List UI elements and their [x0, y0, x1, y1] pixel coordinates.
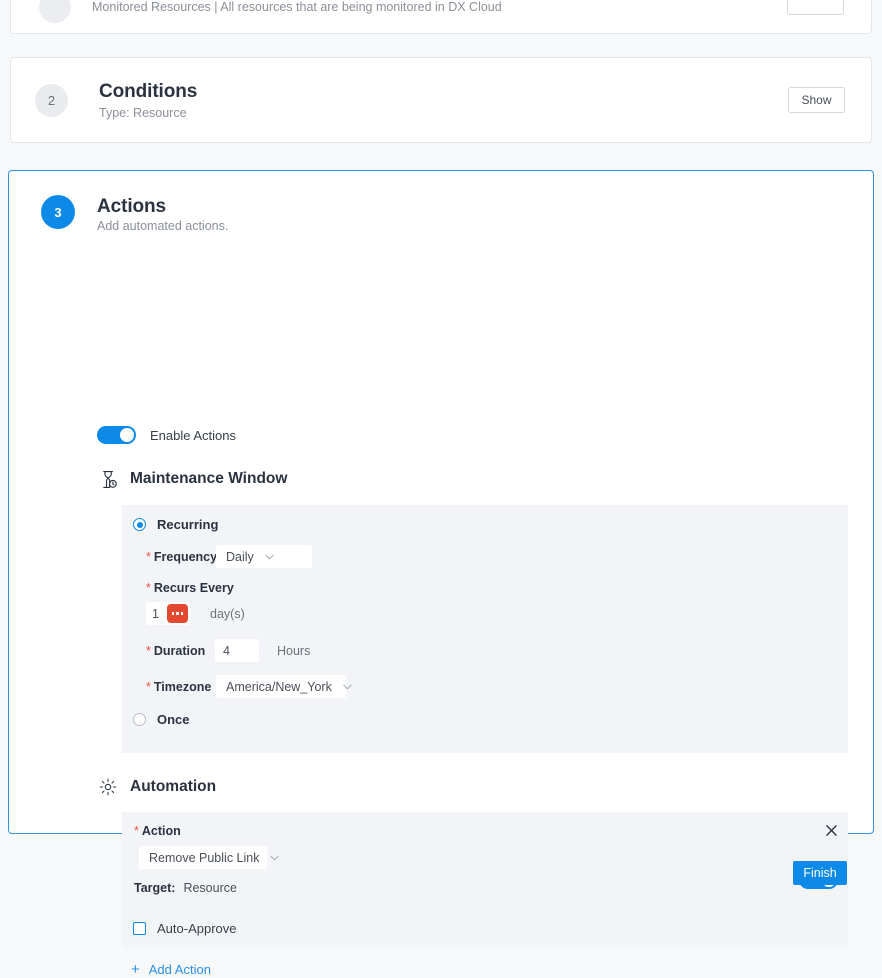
finish-button[interactable]: Finish [793, 861, 847, 885]
frequency-label-text: Frequency [154, 550, 217, 564]
plus-icon: + [131, 962, 140, 977]
add-action-label: Add Action [149, 962, 211, 977]
automation-heading: Automation [97, 776, 216, 798]
automation-target-row: Target: Resource [134, 881, 237, 895]
maintenance-window-heading: Maintenance Window [97, 468, 287, 490]
enable-actions-row: Enable Actions [97, 426, 236, 444]
step-circle-placeholder [39, 0, 71, 23]
required-star: * [146, 550, 151, 564]
automation-action-label-text: Action [142, 824, 181, 838]
frequency-label: *Frequency [146, 550, 212, 564]
recurs-every-row: *Recurs Every [146, 581, 234, 595]
recurs-every-unit: day(s) [210, 607, 245, 621]
automation-target-key: Target: [134, 881, 175, 895]
recurs-every-label-text: Recurs Every [154, 581, 234, 595]
conditions-subtitle: Type: Resource [99, 106, 187, 120]
automation-action-label-row: *Action [134, 824, 181, 838]
maintenance-window-panel [122, 505, 848, 753]
duration-unit: Hours [277, 644, 310, 658]
chevron-down-icon [265, 554, 274, 560]
monitored-resources-row: Monitored Resources | All resources that… [39, 0, 502, 23]
frequency-select[interactable]: Daily [216, 545, 312, 568]
actions-card: 3 Actions Add automated actions. Enable … [8, 170, 874, 834]
required-star: * [146, 680, 151, 694]
radio-once-indicator[interactable] [133, 713, 146, 726]
timezone-label: *Timezone [146, 680, 212, 694]
maintenance-window-label: Maintenance Window [130, 470, 287, 488]
frequency-value: Daily [226, 550, 254, 564]
conditions-title: Conditions [99, 81, 197, 103]
duration-label-text: Duration [154, 644, 205, 658]
actions-step-number: 3 [41, 195, 75, 229]
automation-action-label: *Action [134, 824, 181, 838]
automation-action-value: Remove Public Link [149, 851, 259, 865]
required-star: * [146, 644, 151, 658]
timezone-select[interactable]: America/New_York [216, 675, 346, 698]
duration-input[interactable]: 4 [215, 639, 259, 662]
recurs-every-input-row: 1 day(s) [146, 602, 245, 625]
chevron-down-icon [343, 684, 352, 690]
monitored-resources-text: Monitored Resources | All resources that… [92, 0, 502, 14]
radio-once[interactable]: Once [133, 712, 190, 727]
required-star: * [146, 581, 151, 595]
duration-row: *Duration 4 Hours [146, 639, 310, 662]
enable-actions-label: Enable Actions [150, 428, 236, 443]
ellipsis-badge-icon[interactable] [167, 604, 188, 623]
auto-approve-label: Auto-Approve [157, 921, 237, 936]
radio-recurring[interactable]: Recurring [133, 517, 218, 532]
duration-label: *Duration [146, 644, 209, 658]
frequency-row: *Frequency Daily [146, 545, 312, 568]
auto-approve-checkbox[interactable] [133, 922, 146, 935]
timezone-row: *Timezone America/New_York [146, 675, 346, 698]
monitored-resources-card: Monitored Resources | All resources that… [10, 0, 872, 34]
conditions-step-number: 2 [35, 84, 68, 117]
conditions-show-button[interactable]: Show [788, 87, 845, 113]
radio-recurring-label: Recurring [157, 517, 218, 532]
timezone-value: America/New_York [226, 680, 332, 694]
actions-title: Actions [97, 196, 166, 218]
sun-burst-icon [97, 776, 119, 798]
automation-action-select[interactable]: Remove Public Link [139, 846, 267, 869]
recurs-every-value: 1 [152, 607, 159, 621]
close-icon[interactable] [823, 822, 839, 838]
chevron-down-icon [270, 855, 279, 861]
required-star: * [134, 824, 139, 838]
partial-show-button[interactable] [787, 0, 844, 15]
actions-subtitle: Add automated actions. [97, 219, 228, 233]
recurs-every-label: *Recurs Every [146, 581, 234, 595]
enable-actions-toggle[interactable] [97, 426, 136, 444]
add-action-button[interactable]: + Add Action [131, 962, 211, 977]
conditions-card: 2 Conditions Type: Resource Show [10, 57, 872, 143]
timezone-label-text: Timezone [154, 680, 211, 694]
radio-recurring-indicator[interactable] [133, 518, 146, 531]
radio-once-label: Once [157, 712, 190, 727]
recurs-every-stepper[interactable]: 1 [146, 602, 190, 625]
toggle-knob [120, 428, 134, 442]
automation-target-value: Resource [183, 881, 237, 895]
hourglass-clock-icon [97, 468, 119, 490]
automation-label: Automation [130, 778, 216, 796]
auto-approve-row[interactable]: Auto-Approve [133, 921, 237, 936]
